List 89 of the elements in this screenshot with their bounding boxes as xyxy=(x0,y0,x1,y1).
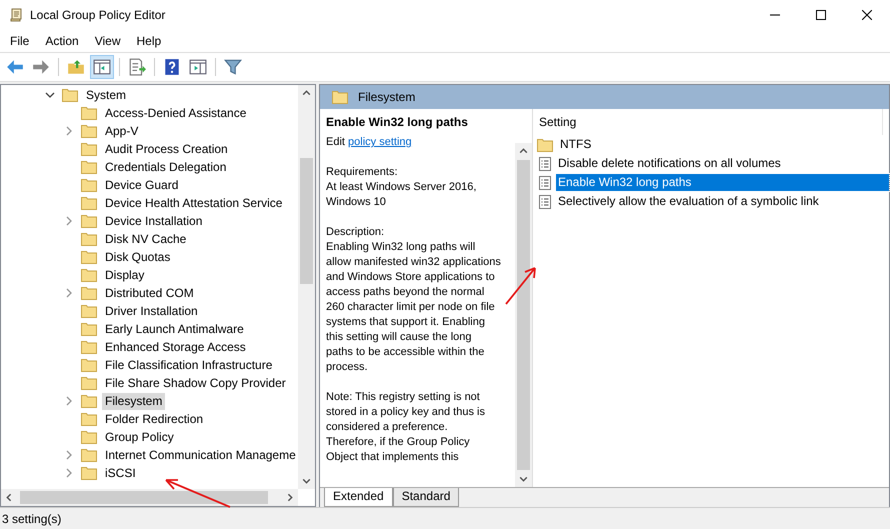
tab[interactable]: Standard xyxy=(392,488,460,507)
folder-icon xyxy=(81,142,97,156)
folder-icon xyxy=(81,124,97,138)
tree-item[interactable]: File Classification Infrastructure xyxy=(102,356,276,374)
setting-item[interactable]: Disable delete notifications on all volumes xyxy=(556,155,889,172)
tree-item[interactable]: Device Guard xyxy=(102,176,182,194)
collapse-chevron-icon[interactable] xyxy=(45,90,55,100)
folder-icon xyxy=(81,412,97,426)
folder-icon xyxy=(81,106,97,120)
tree-item[interactable]: Enhanced Storage Access xyxy=(102,338,249,356)
folder-icon xyxy=(81,466,97,480)
folder-icon xyxy=(81,160,97,174)
tree-item[interactable]: Early Launch Antimalware xyxy=(102,320,247,338)
setting-item[interactable]: NTFS xyxy=(558,136,889,153)
folder-icon xyxy=(81,376,97,390)
description-text: Enabling Win32 long paths will allow manifested win32 applications and Windows Store applications to access paths beyond the normal 260 character limit per node on file systems that support it. Enabling this setting will cause the long paths to be accessible within the process. xyxy=(326,240,501,375)
tree-item[interactable]: Display xyxy=(102,266,148,284)
vertical-scrollbar[interactable] xyxy=(515,143,532,487)
pane-title: Filesystem xyxy=(358,90,416,104)
folder-icon xyxy=(81,178,97,192)
folder-icon xyxy=(81,358,97,372)
folder-icon xyxy=(332,90,348,104)
menu-item[interactable]: View xyxy=(86,34,128,48)
folder-icon xyxy=(81,394,97,408)
menu-item[interactable]: Action xyxy=(37,34,87,48)
folder-icon xyxy=(81,232,97,246)
tree-item[interactable]: App-V xyxy=(102,122,142,140)
setting-icon xyxy=(539,156,551,170)
setting-icon xyxy=(539,176,551,190)
tree-item[interactable]: Distributed COM xyxy=(102,284,197,302)
tree-item[interactable]: Access-Denied Assistance xyxy=(102,104,250,122)
expand-chevron-icon[interactable] xyxy=(64,450,74,460)
expand-chevron-icon[interactable] xyxy=(64,288,74,298)
tree-item[interactable]: System xyxy=(83,86,130,104)
description-label: Description: xyxy=(326,225,386,240)
expand-chevron-icon[interactable] xyxy=(64,468,74,478)
annotation-arrow xyxy=(165,479,231,508)
folder-icon xyxy=(81,214,97,228)
annotation-arrow xyxy=(505,267,536,305)
folder-icon xyxy=(81,322,97,336)
maximize-icon[interactable] xyxy=(816,10,826,20)
window-title: Local Group Policy Editor xyxy=(30,8,166,22)
note-text: Note: This registry setting is not stored in a policy key and thus is considered a preference. Therefore, if the Group Policy Object that implements this xyxy=(326,390,486,465)
requirements-text: At least Windows Server 2016, Windows 10 xyxy=(326,180,478,210)
folder-icon xyxy=(81,430,97,444)
tree-item[interactable]: Filesystem xyxy=(102,392,166,410)
tree-item[interactable]: Disk NV Cache xyxy=(102,230,190,248)
folder-icon xyxy=(81,286,97,300)
tree-toggle-icon[interactable] xyxy=(91,56,113,78)
setting-icon xyxy=(539,194,551,208)
expand-chevron-icon[interactable] xyxy=(64,216,74,226)
app-icon xyxy=(8,7,24,23)
tree-item[interactable]: File Share Shadow Copy Provider xyxy=(102,374,289,392)
setting-item[interactable]: Enable Win32 long paths xyxy=(556,174,889,191)
tree-item[interactable]: Audit Process Creation xyxy=(102,140,231,158)
tree-item[interactable]: Folder Redirection xyxy=(102,410,206,428)
scroll-thumb[interactable] xyxy=(300,158,313,284)
folder-icon xyxy=(81,268,97,282)
menu-item[interactable]: File xyxy=(2,34,38,48)
tree-item[interactable]: Device Health Attestation Service xyxy=(102,194,286,212)
requirements-label: Requirements: xyxy=(326,165,399,180)
close-icon[interactable] xyxy=(862,10,872,20)
status-text: 3 setting(s) xyxy=(2,512,62,526)
tree-item[interactable]: iSCSI xyxy=(102,464,139,482)
folder-icon xyxy=(81,250,97,264)
folder-icon xyxy=(537,138,553,152)
edit-label: Edit xyxy=(326,136,345,148)
tree-item[interactable]: Credentials Delegation xyxy=(102,158,230,176)
scroll-thumb[interactable] xyxy=(20,491,268,504)
folder-icon xyxy=(81,340,97,354)
horizontal-scrollbar[interactable] xyxy=(1,489,298,506)
tree-item[interactable]: Device Installation xyxy=(102,212,206,230)
setting-item[interactable]: Selectively allow the evaluation of a symbolic link xyxy=(556,193,889,210)
menu-item[interactable]: Help xyxy=(128,34,170,48)
expand-chevron-icon[interactable] xyxy=(64,126,74,136)
folder-icon xyxy=(81,304,97,318)
policy-setting-link[interactable]: policy setting xyxy=(348,136,412,148)
expand-chevron-icon[interactable] xyxy=(64,396,74,406)
column-header[interactable]: Setting xyxy=(533,109,883,135)
tree-item[interactable]: Disk Quotas xyxy=(102,248,174,266)
tree-item[interactable]: Group Policy xyxy=(102,428,177,446)
folder-icon xyxy=(81,196,97,210)
tab[interactable]: Extended xyxy=(324,488,393,507)
folder-icon xyxy=(62,88,78,102)
tree-item[interactable]: Internet Communication Manageme xyxy=(102,446,298,464)
tree-item[interactable]: Driver Installation xyxy=(102,302,201,320)
scroll-thumb[interactable] xyxy=(517,160,530,470)
vertical-scrollbar[interactable] xyxy=(298,85,315,489)
folder-icon xyxy=(81,448,97,462)
